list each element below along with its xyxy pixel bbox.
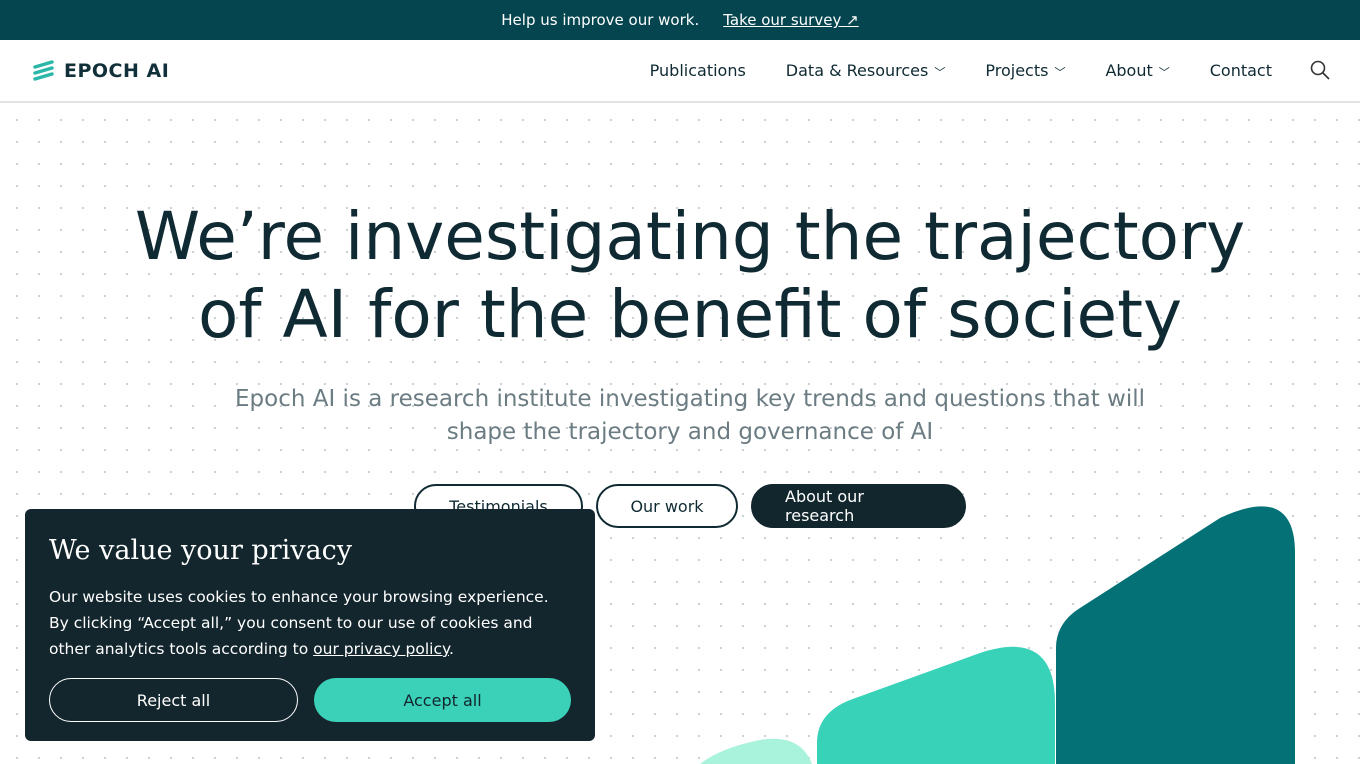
top-banner: Help us improve our work. Take our surve… bbox=[0, 0, 1360, 40]
nav-label: Publications bbox=[649, 61, 746, 80]
epoch-logo-icon bbox=[33, 59, 54, 81]
cookie-text: Our website uses cookies to enhance your… bbox=[49, 588, 549, 658]
privacy-policy-link[interactable]: our privacy policy bbox=[313, 640, 449, 658]
bar-shape-small bbox=[700, 738, 812, 764]
nav-projects[interactable]: Projects ﹀ bbox=[985, 61, 1065, 80]
arrow-up-right-icon: ↗ bbox=[846, 11, 859, 29]
chevron-down-icon: ﹀ bbox=[1054, 66, 1066, 79]
nav-label: Data & Resources bbox=[785, 61, 929, 80]
chevron-down-icon: ﹀ bbox=[1158, 66, 1170, 79]
main-menu: Publications Data & Resources ﹀ Projects ﹀… bbox=[650, 61, 1272, 80]
nav-label: About bbox=[1105, 61, 1153, 80]
bar-shape-large bbox=[1056, 506, 1295, 764]
survey-link-label: Take our survey bbox=[723, 11, 842, 29]
bar-shape-medium bbox=[817, 646, 1055, 764]
logo-text: EPOCH AI bbox=[64, 59, 170, 82]
navbar: EPOCH AI Publications Data & Resources ﹀ … bbox=[0, 40, 1360, 103]
accept-all-button[interactable]: Accept all bbox=[314, 678, 571, 722]
cookie-dialog: We value your privacy Our website uses c… bbox=[25, 509, 595, 741]
nav-label: Projects bbox=[985, 61, 1049, 80]
reject-all-button[interactable]: Reject all bbox=[49, 678, 298, 722]
chevron-down-icon: ﹀ bbox=[934, 66, 946, 79]
survey-link[interactable]: Take our survey ↗ bbox=[723, 11, 858, 29]
banner-text: Help us improve our work. bbox=[501, 11, 700, 29]
nav-label: Contact bbox=[1209, 61, 1272, 80]
nav-data-resources[interactable]: Data & Resources ﹀ bbox=[786, 61, 946, 80]
logo[interactable]: EPOCH AI bbox=[32, 60, 169, 82]
nav-publications[interactable]: Publications bbox=[650, 61, 746, 80]
cookie-title: We value your privacy bbox=[49, 535, 352, 566]
nav-contact[interactable]: Contact bbox=[1210, 61, 1272, 80]
nav-about[interactable]: About ﹀ bbox=[1105, 61, 1169, 80]
search-icon[interactable] bbox=[1310, 60, 1330, 80]
